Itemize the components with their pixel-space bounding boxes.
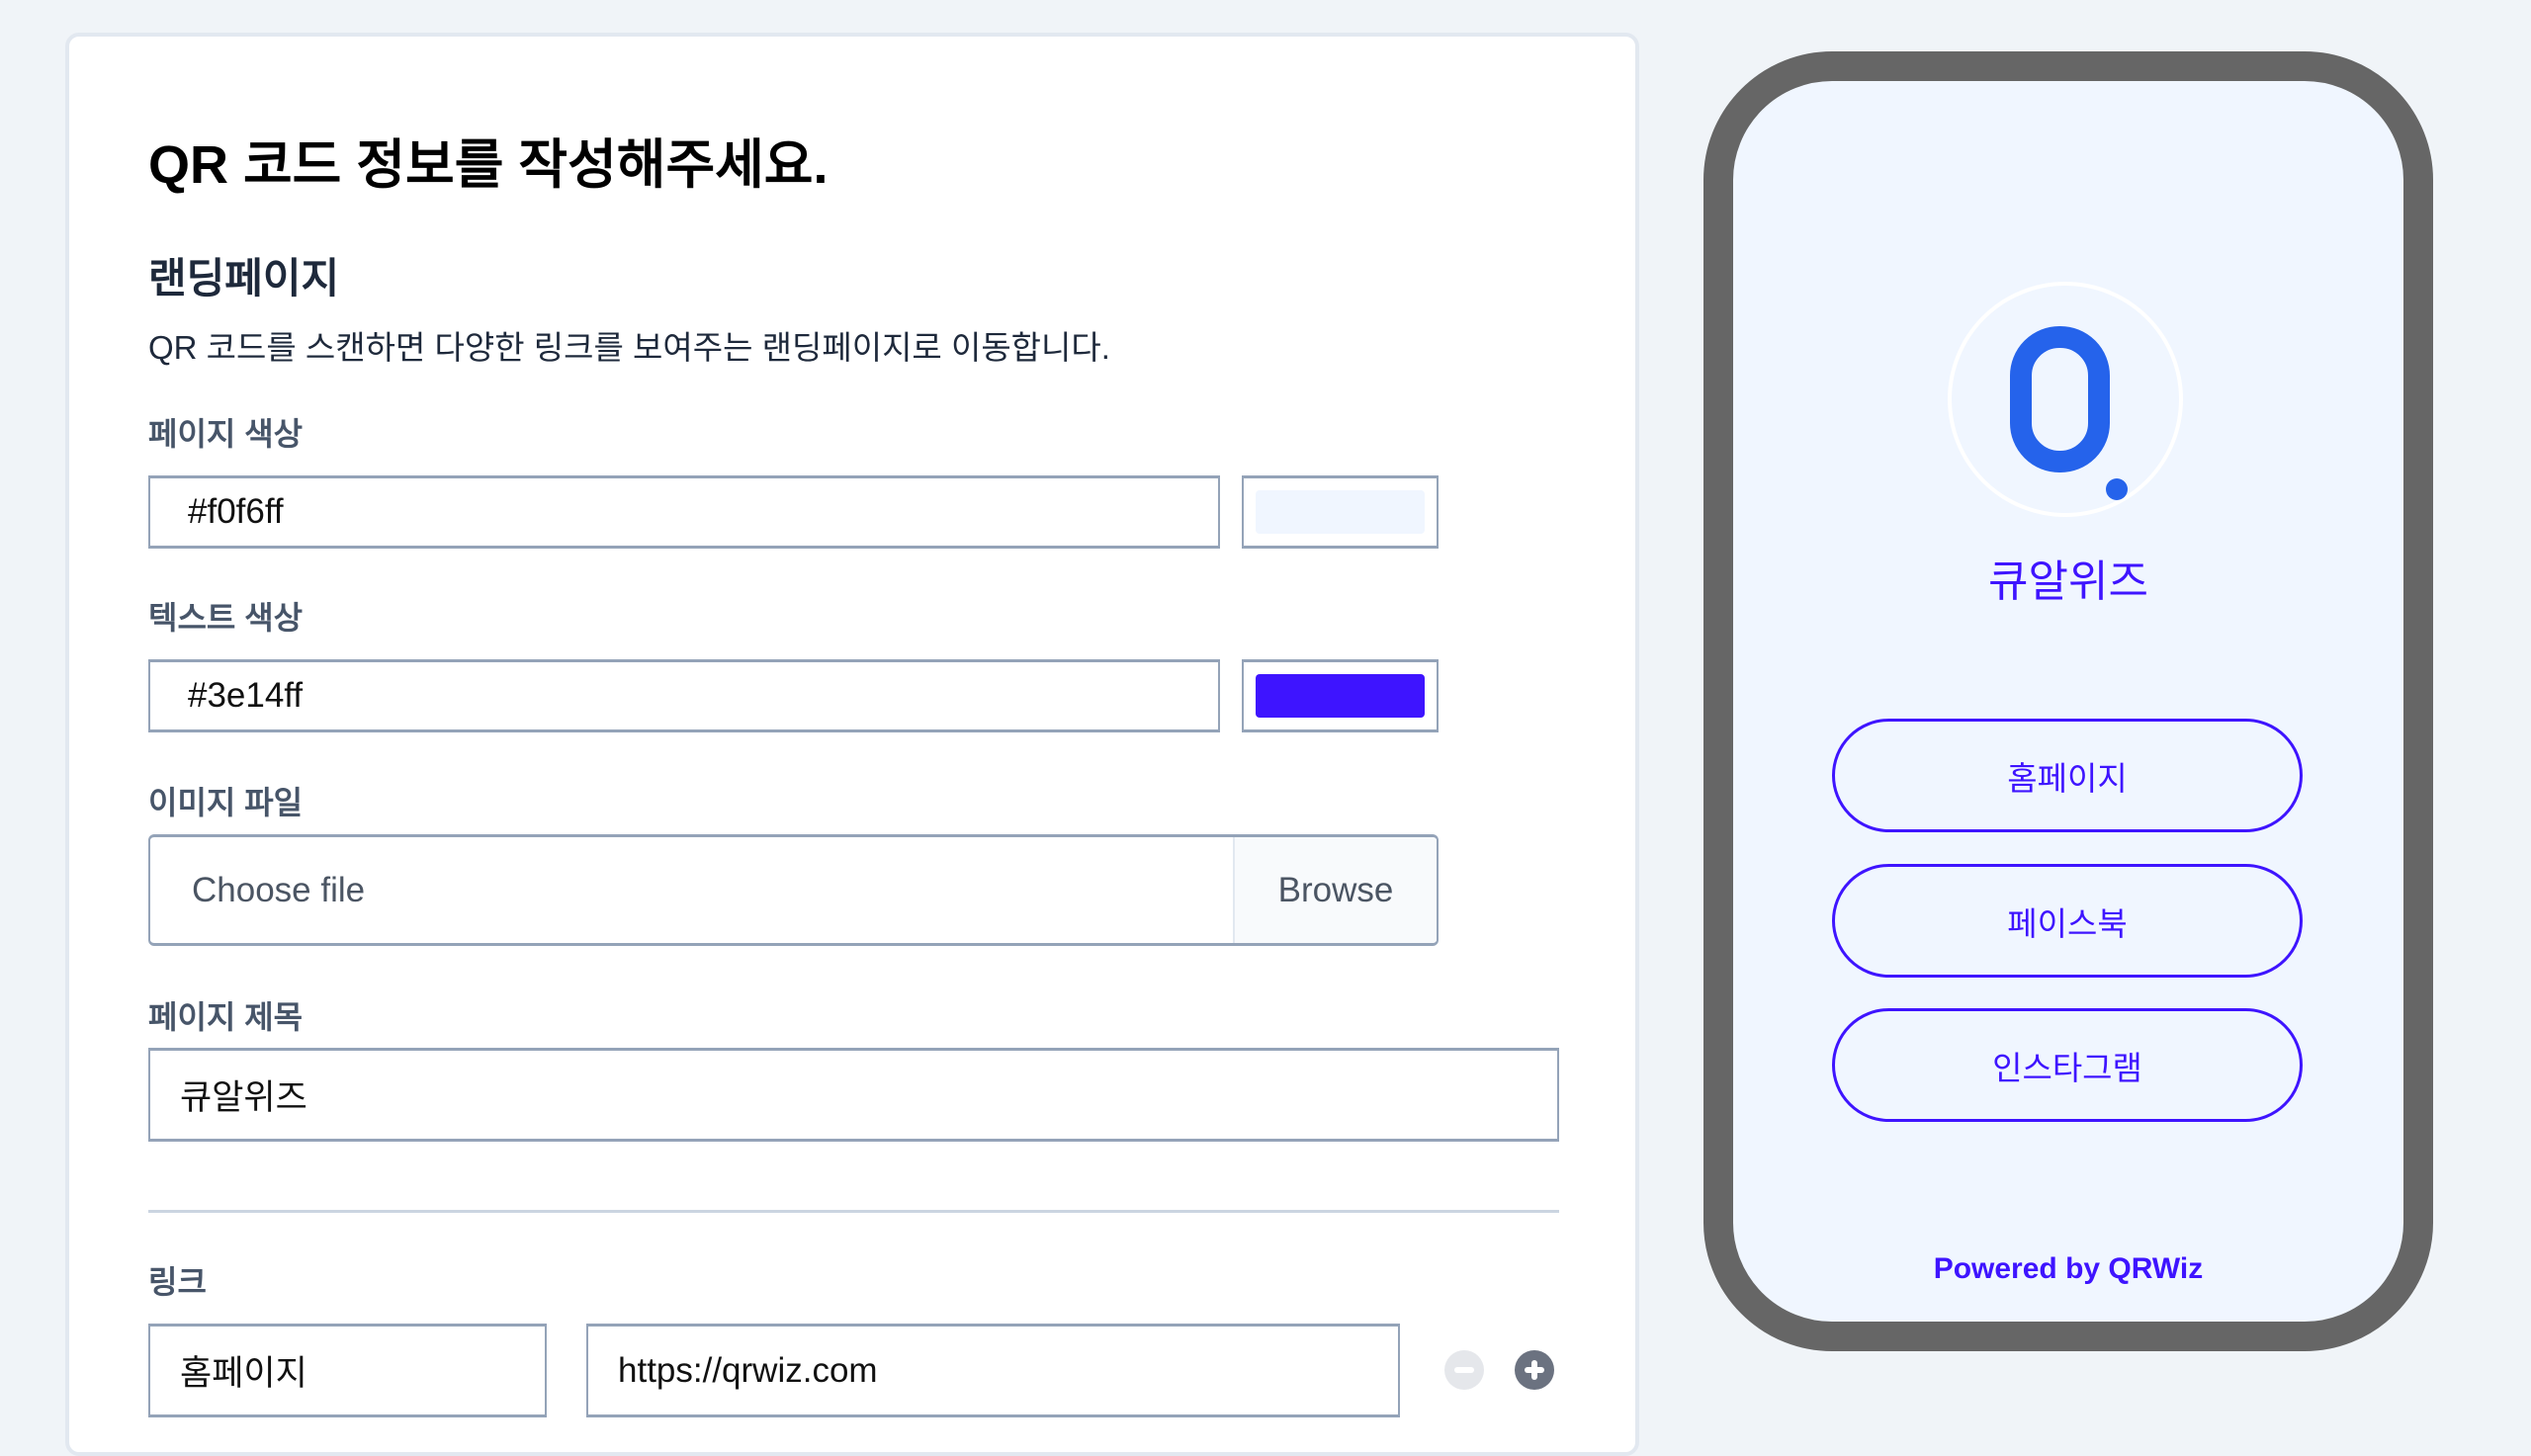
preview-title: 큐알위즈 bbox=[1988, 557, 2148, 606]
qrwiz-logo-icon bbox=[2010, 326, 2110, 472]
text-color-picker[interactable] bbox=[1242, 659, 1439, 732]
section-title: 랜딩페이지 bbox=[148, 255, 340, 301]
text-color-input[interactable] bbox=[148, 659, 1220, 732]
section-divider bbox=[148, 1210, 1559, 1213]
preview-link-button[interactable]: 홈페이지 bbox=[1832, 719, 2303, 832]
image-file-input[interactable]: Choose file Browse bbox=[148, 834, 1439, 946]
links-label: 링크 bbox=[148, 1264, 207, 1300]
link-url-input[interactable] bbox=[586, 1324, 1400, 1417]
text-color-label: 텍스트 색상 bbox=[148, 600, 304, 636]
text-color-swatch bbox=[1256, 674, 1425, 718]
add-link-button[interactable] bbox=[1515, 1350, 1554, 1390]
link-name-input[interactable] bbox=[148, 1324, 547, 1417]
page-title: QR 코드 정보를 작성해주세요. bbox=[148, 135, 829, 195]
image-file-label: 이미지 파일 bbox=[148, 785, 304, 820]
preview-link-button[interactable]: 인스타그램 bbox=[1832, 1008, 2303, 1122]
powered-by-footer: Powered by QRWiz bbox=[1933, 1252, 2204, 1285]
browse-button[interactable]: Browse bbox=[1233, 837, 1437, 943]
remove-link-button[interactable] bbox=[1444, 1350, 1484, 1390]
page-color-picker[interactable] bbox=[1242, 475, 1439, 549]
logo-dot bbox=[2106, 478, 2128, 500]
page-title-label: 페이지 제목 bbox=[148, 999, 304, 1035]
file-placeholder: Choose file bbox=[192, 871, 366, 909]
preview-link-button[interactable]: 페이스북 bbox=[1832, 864, 2303, 978]
phone-preview: 큐알위즈 홈페이지 페이스북 인스타그램 Powered by QRWiz bbox=[1703, 51, 2433, 1351]
page-color-swatch bbox=[1256, 490, 1425, 534]
page-color-label: 페이지 색상 bbox=[148, 416, 304, 452]
page-title-input[interactable] bbox=[148, 1048, 1559, 1142]
page-color-input[interactable] bbox=[148, 475, 1220, 549]
section-description: QR 코드를 스캔하면 다양한 링크를 보여주는 랜딩페이지로 이동합니다. bbox=[148, 329, 1110, 366]
